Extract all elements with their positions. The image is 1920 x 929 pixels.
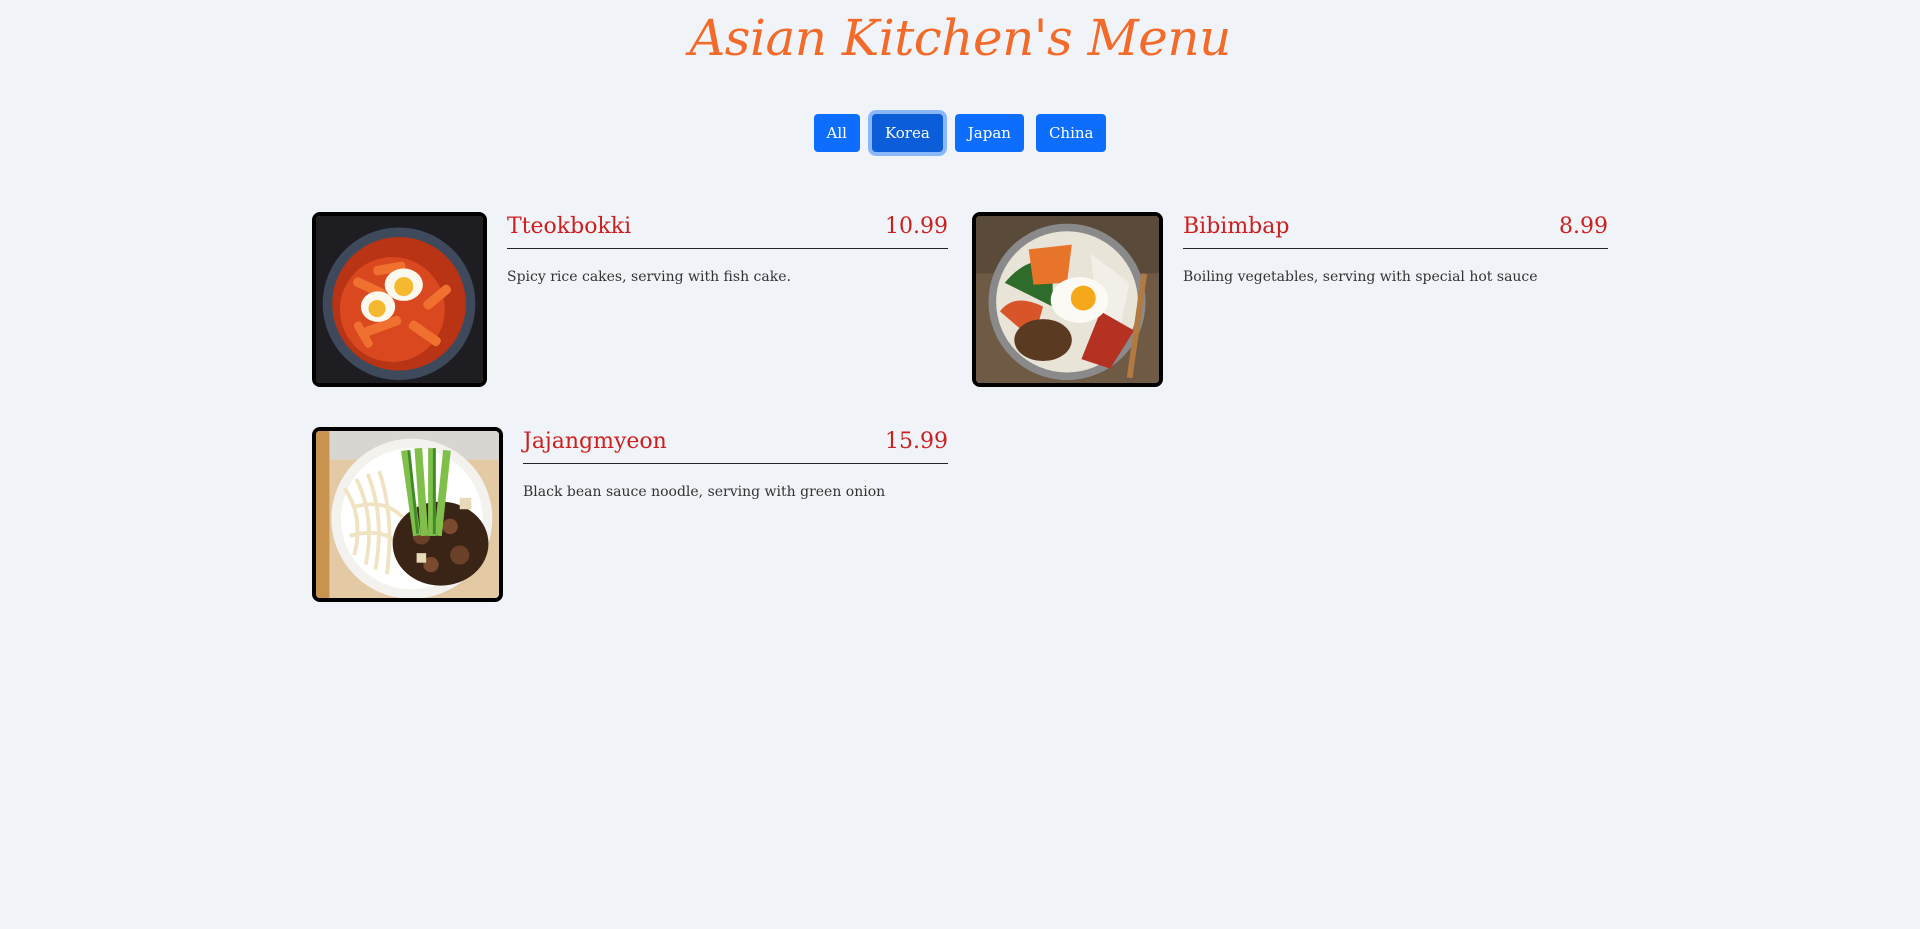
item-info: Bibimbap 8.99 Boiling vegetables, servin… (1183, 212, 1608, 387)
item-description: Spicy rice cakes, serving with fish cake… (507, 269, 791, 285)
jajangmyeon-photo (312, 427, 503, 602)
item-name: Jajangmyeon (523, 429, 667, 454)
filter-all-button[interactable]: All (813, 114, 860, 152)
item-header: Tteokbokki 10.99 (507, 212, 948, 249)
item-name: Bibimbap (1183, 214, 1290, 239)
item-name: Tteokbokki (507, 214, 632, 239)
item-info: Tteokbokki 10.99 Spicy rice cakes, servi… (507, 212, 948, 387)
tteokbokki-photo (312, 212, 487, 387)
item-info: Jajangmyeon 15.99 Black bean sauce noodl… (523, 427, 948, 602)
item-price: 8.99 (1559, 214, 1608, 239)
item-description: Black bean sauce noodle, serving with gr… (523, 484, 886, 500)
menu-item: Bibimbap 8.99 Boiling vegetables, servin… (972, 212, 1608, 387)
menu-item: Jajangmyeon 15.99 Black bean sauce noodl… (312, 427, 948, 602)
filter-china-button[interactable]: China (1035, 114, 1107, 152)
item-description: Boiling vegetables, serving with special… (1183, 269, 1538, 285)
bibimbap-photo (972, 212, 1163, 387)
item-price: 15.99 (885, 429, 948, 454)
item-price: 10.99 (885, 214, 948, 239)
filter-japan-button[interactable]: Japan (954, 114, 1024, 152)
page-title: Asian Kitchen's Menu (689, 9, 1231, 67)
menu-item: Tteokbokki 10.99 Spicy rice cakes, servi… (312, 212, 948, 387)
category-filter-bar: All Korea Japan China (0, 114, 1920, 152)
item-header: Bibimbap 8.99 (1183, 212, 1608, 249)
item-header: Jajangmyeon 15.99 (523, 427, 948, 464)
filter-korea-button[interactable]: Korea (871, 114, 943, 152)
